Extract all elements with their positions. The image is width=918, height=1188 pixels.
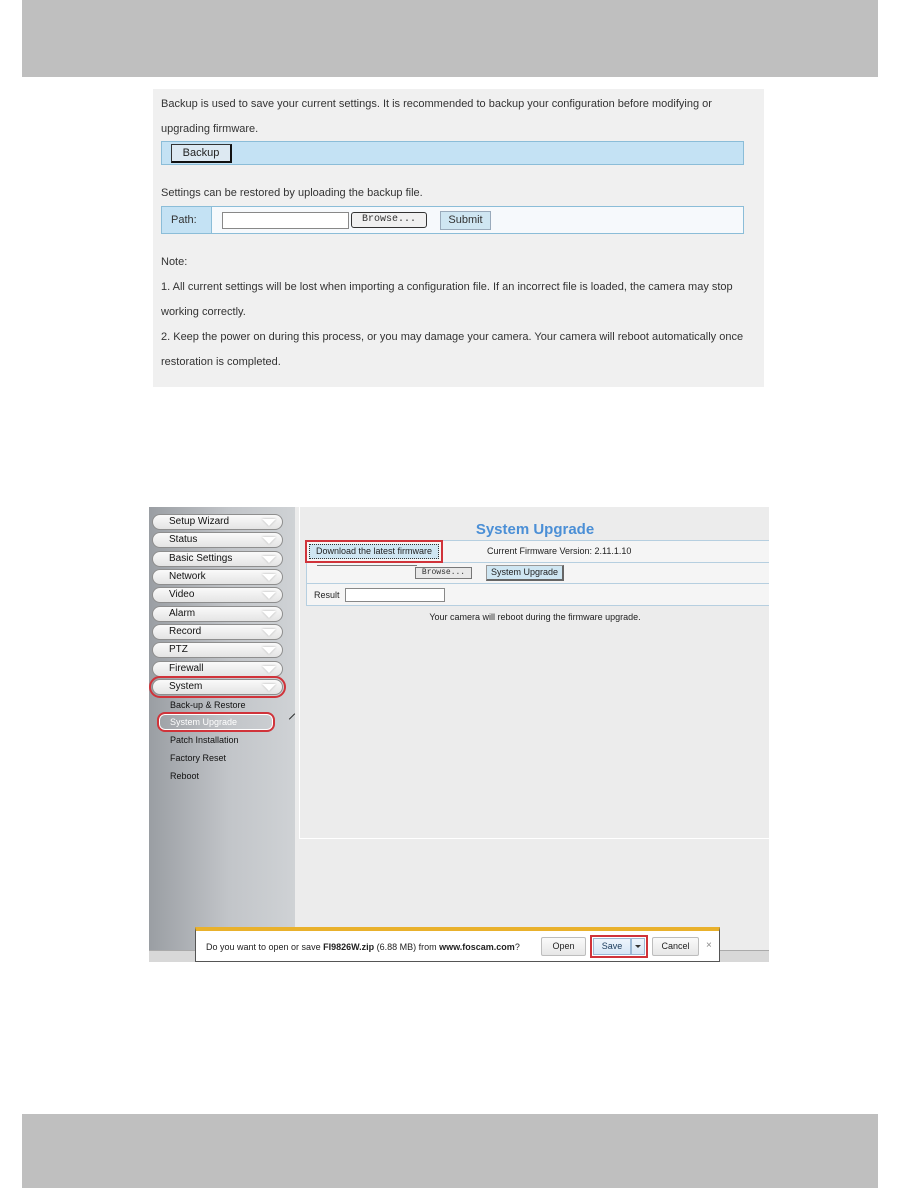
download-site: www.foscam.com (439, 942, 515, 952)
restore-row: Path: Browse... Submit (161, 206, 744, 234)
backup-row: Backup (161, 141, 744, 165)
save-split-button: Save (590, 935, 648, 958)
firmware-download-row: Download the latest firmware Current Fir… (305, 540, 769, 563)
cancel-button[interactable]: Cancel (652, 937, 699, 956)
browse-button[interactable]: Browse... (351, 212, 427, 228)
browse-firmware-button[interactable]: Browse... (415, 567, 472, 579)
menu-label: Alarm (169, 608, 196, 619)
menu-label: PTZ (169, 644, 188, 655)
submenu-factory-reset[interactable]: Factory Reset (170, 753, 226, 763)
path-input[interactable] (222, 212, 349, 229)
main-content: System Upgrade Download the latest firmw… (299, 507, 769, 839)
menu-label: Status (169, 534, 198, 545)
menu-label: System (169, 681, 203, 692)
download-size: (6.88 MB) from (374, 942, 440, 952)
download-filename: FI9826W.zip (323, 942, 375, 952)
chevron-down-icon (262, 592, 276, 599)
note-1-cont: working correctly. (161, 306, 246, 318)
chevron-down-icon (262, 629, 276, 636)
sidebar: Setup Wizard Status Basic Settings Netwo… (149, 507, 296, 962)
menu-item-firewall[interactable]: Firewall (152, 661, 283, 677)
menu-item-record[interactable]: Record (152, 624, 283, 640)
menu-item-basic-settings[interactable]: Basic Settings (152, 551, 283, 567)
menu-item-alarm[interactable]: Alarm (152, 606, 283, 622)
save-button[interactable]: Save (593, 938, 631, 955)
chevron-down-icon (262, 556, 276, 563)
restore-text: Settings can be restored by uploading th… (161, 187, 423, 199)
chevron-down-icon (262, 519, 276, 526)
file-path-field[interactable] (317, 565, 417, 566)
submenu-backup-restore[interactable]: Back-up & Restore (170, 700, 246, 710)
submenu-reboot[interactable]: Reboot (170, 771, 199, 781)
firmware-upload-row: Browse... System Upgrade (307, 563, 769, 584)
result-label: Result (314, 590, 340, 600)
mouse-cursor-icon (288, 713, 296, 720)
note-1: 1. All current settings will be lost whe… (161, 281, 733, 293)
chevron-down-icon (262, 666, 276, 673)
page-header-band (22, 0, 878, 77)
page-footer-band (22, 1114, 878, 1188)
result-field (345, 588, 445, 602)
prompt-prefix: Do you want to open or save (206, 942, 324, 952)
download-prompt: Do you want to open or save FI9826W.zip … (206, 942, 520, 952)
menu-item-video[interactable]: Video (152, 587, 283, 603)
system-upgrade-screenshot: Setup Wizard Status Basic Settings Netwo… (149, 507, 769, 962)
open-button[interactable]: Open (541, 937, 586, 956)
close-icon[interactable]: × (706, 940, 712, 951)
backup-intro-text-cont: upgrading firmware. (161, 123, 259, 135)
menu-item-network[interactable]: Network (152, 569, 283, 585)
reboot-note: Your camera will reboot during the firmw… (429, 612, 641, 622)
backup-restore-panel: Backup is used to save your current sett… (153, 89, 764, 387)
download-firmware-button[interactable]: Download the latest firmware (305, 540, 443, 563)
menu-item-setup-wizard[interactable]: Setup Wizard (152, 514, 283, 530)
submit-button[interactable]: Submit (440, 211, 491, 230)
page-title: System Upgrade (475, 521, 595, 538)
menu-item-ptz[interactable]: PTZ (152, 642, 283, 658)
menu-item-status[interactable]: Status (152, 532, 283, 548)
submenu-system-upgrade[interactable]: System Upgrade (157, 712, 275, 732)
path-label: Path: (162, 207, 212, 233)
firmware-version: Current Firmware Version: 2.11.1.10 (487, 546, 632, 556)
download-notification-bar: Do you want to open or save FI9826W.zip … (195, 927, 720, 962)
menu-label: Firewall (169, 663, 204, 674)
note-2: 2. Keep the power on during this process… (161, 331, 744, 343)
menu-label: Basic Settings (169, 553, 233, 564)
menu-label: Setup Wizard (169, 516, 230, 527)
chevron-down-icon (262, 574, 276, 581)
save-options-dropdown[interactable] (631, 938, 645, 955)
chevron-down-icon (262, 647, 276, 654)
submenu-patch-installation[interactable]: Patch Installation (170, 735, 239, 745)
firmware-table: Download the latest firmware Current Fir… (305, 540, 769, 606)
prompt-suffix: ? (514, 942, 520, 952)
system-upgrade-button[interactable]: System Upgrade (486, 565, 564, 581)
note-2-cont: restoration is completed. (161, 356, 281, 368)
backup-button[interactable]: Backup (171, 144, 232, 163)
menu-label: Record (169, 626, 202, 637)
menu-item-system[interactable]: System (149, 676, 286, 698)
result-row: Result (307, 584, 769, 606)
note-title: Note: (161, 256, 188, 268)
menu-label: Video (169, 589, 195, 600)
chevron-down-icon (262, 684, 276, 691)
chevron-down-icon (262, 611, 276, 618)
backup-intro-text: Backup is used to save your current sett… (161, 98, 712, 110)
chevron-down-icon (262, 537, 276, 544)
menu-label: Network (169, 571, 206, 582)
